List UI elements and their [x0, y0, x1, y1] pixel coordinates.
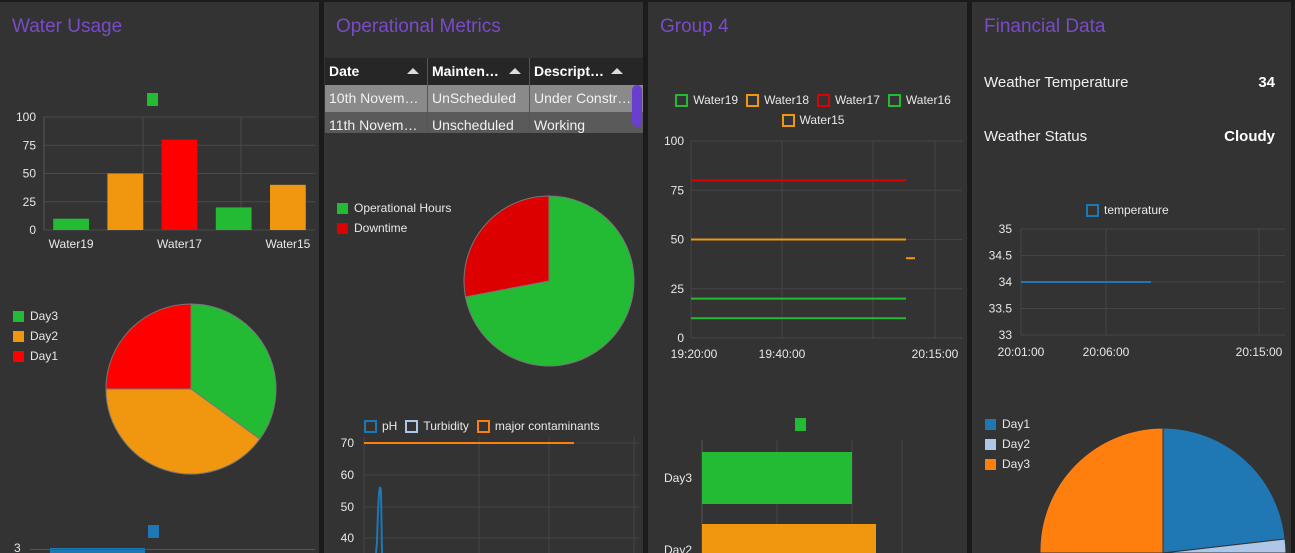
fin-pie-chart [1039, 427, 1287, 553]
bottom-legend-swatch[interactable] [148, 525, 159, 538]
bottom-y-tick: 3 [14, 541, 21, 553]
ph-line [375, 486, 383, 553]
pie-slice-day1 [105, 303, 192, 390]
pie-slice-day1[interactable] [1162, 427, 1286, 553]
pie-slice-day3[interactable] [1039, 427, 1164, 553]
bar [702, 452, 852, 504]
y-tick-label: Day2 [664, 543, 692, 553]
bar [702, 524, 876, 553]
panel-water-usage: Water Usage 0 25 50 75 100 Water19 Water17 Wate… [0, 2, 319, 553]
y-tick-label: 40 [341, 531, 355, 545]
ops-line-chart: 70 60 50 40 [341, 436, 639, 553]
group4-hbar-chart: Day3 Day2 [664, 440, 903, 553]
y-tick-label: 70 [341, 436, 355, 450]
y-tick-label: 60 [341, 468, 355, 482]
y-tick-label: 50 [341, 500, 355, 514]
panel-group4: Group 4 Water19 Water18 Water17 Water16 … [648, 2, 967, 553]
panel-financial-data: Financial Data Weather Temperature 34 We… [972, 2, 1291, 553]
y-tick-label: Day3 [664, 471, 692, 485]
water-pie-chart [105, 303, 277, 475]
panel-operational-metrics: Operational Metrics Date Mainten… Descri… [324, 2, 643, 553]
bottom-axis-line [30, 549, 315, 550]
